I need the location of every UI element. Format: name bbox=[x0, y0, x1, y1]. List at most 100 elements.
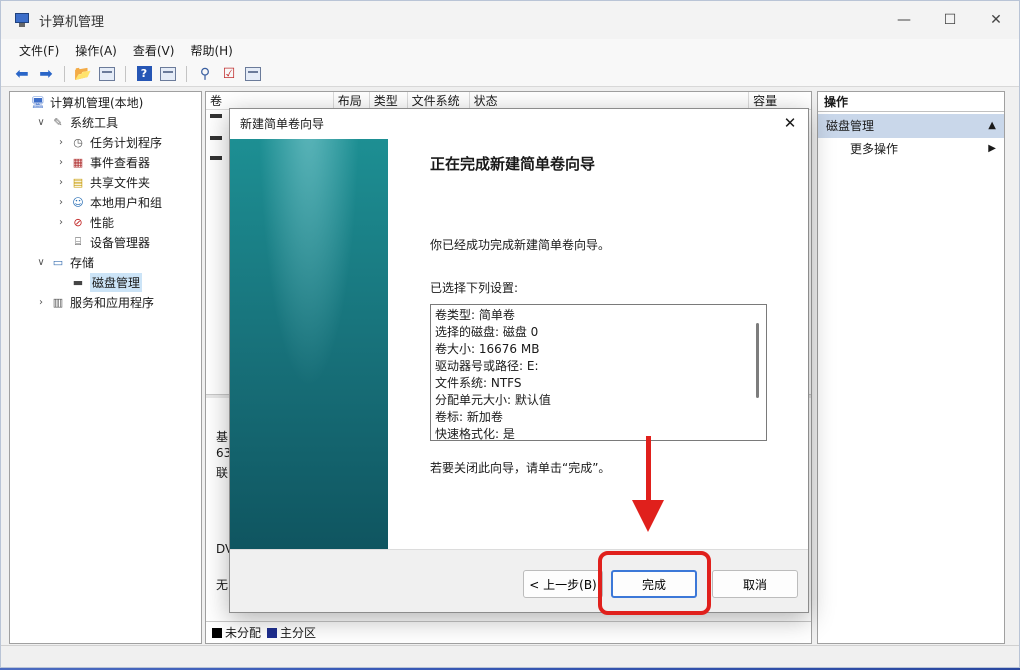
actions-pane: 操作 磁盘管理 ▲ 更多操作 ▶ bbox=[817, 91, 1005, 644]
toolbar-separator bbox=[186, 65, 187, 82]
minimize-button[interactable]: — bbox=[881, 1, 927, 39]
close-window-button[interactable]: ✕ bbox=[973, 1, 1019, 39]
tree-item[interactable]: › ⊘ 性能 bbox=[10, 212, 201, 232]
up-folder-icon[interactable]: 📂 bbox=[74, 65, 92, 83]
forward-arrow-icon[interactable]: ➡ bbox=[37, 64, 55, 83]
tree-item[interactable]: › ▤ 共享文件夹 bbox=[10, 172, 201, 192]
column-type[interactable]: 类型 bbox=[370, 92, 408, 109]
back-arrow-icon[interactable]: ⬅ bbox=[13, 64, 31, 83]
volume-row-icon bbox=[210, 156, 222, 160]
column-layout[interactable]: 布局 bbox=[334, 92, 370, 109]
storage-icon: ▭ bbox=[52, 255, 64, 269]
maximize-button[interactable]: ☐ bbox=[927, 1, 973, 39]
tree-item[interactable]: › ▥ 服务和应用程序 bbox=[10, 292, 201, 312]
users-icon: ☺ bbox=[72, 195, 84, 209]
wizard-close-icon[interactable]: ✕ bbox=[780, 113, 800, 133]
shared-folder-icon: ▤ bbox=[72, 175, 84, 189]
tree-item[interactable]: › ◷ 任务计划程序 bbox=[10, 132, 201, 152]
wizard-body: 正在完成新建简单卷向导 你已经成功完成新建简单卷向导。 已选择下列设置: 卷类型… bbox=[430, 139, 800, 476]
connect-icon[interactable]: ⚲ bbox=[196, 65, 214, 83]
toolbar-separator bbox=[64, 65, 65, 82]
settings-line: 文件系统: NTFS bbox=[435, 376, 522, 390]
tree-item[interactable]: 🖥 计算机管理(本地) bbox=[10, 92, 201, 112]
tools-icon: ✎ bbox=[53, 115, 63, 129]
actions-header: 操作 bbox=[818, 92, 1004, 112]
status-bar bbox=[1, 645, 1019, 667]
checklist-icon[interactable]: ☑ bbox=[220, 65, 238, 83]
wizard-title-bar[interactable]: 新建简单卷向导 ✕ bbox=[230, 109, 808, 137]
settings-line: 卷类型: 简单卷 bbox=[435, 308, 515, 322]
tree-item[interactable]: ▬ 磁盘管理 bbox=[10, 272, 201, 292]
volume-row-icon bbox=[210, 136, 222, 140]
menu-help[interactable]: 帮助(H) bbox=[190, 42, 232, 59]
expander-icon[interactable]: › bbox=[54, 177, 68, 188]
event-log-icon: ▦ bbox=[72, 155, 84, 169]
expander-icon[interactable]: ∨ bbox=[34, 257, 48, 268]
legend-primary: 主分区 bbox=[280, 626, 317, 640]
more-actions-item[interactable]: 更多操作 ▶ bbox=[818, 138, 1004, 160]
services-icon: ▥ bbox=[52, 295, 64, 309]
toolbar-separator bbox=[125, 65, 126, 82]
settings-summary-box[interactable]: 卷类型: 简单卷 选择的磁盘: 磁盘 0 卷大小: 16676 MB 驱动器号或… bbox=[430, 304, 767, 441]
menu-view[interactable]: 查看(V) bbox=[133, 42, 175, 59]
tree-item[interactable]: ∨ ▭ 存储 bbox=[10, 252, 201, 272]
computer-icon: 🖥 bbox=[31, 95, 45, 109]
cancel-button[interactable]: 取消 bbox=[712, 570, 798, 598]
tree-item[interactable]: › ▦ 事件查看器 bbox=[10, 152, 201, 172]
collapse-caret-icon[interactable]: ▲ bbox=[988, 114, 996, 138]
tree-item-label: 服务和应用程序 bbox=[70, 295, 155, 310]
expander-icon[interactable]: › bbox=[54, 217, 68, 228]
expander-icon[interactable]: › bbox=[54, 137, 68, 148]
back-button[interactable]: < 上一步(B) bbox=[523, 570, 603, 598]
annotation-arrow bbox=[646, 436, 651, 506]
wizard-title: 新建简单卷向导 bbox=[240, 116, 325, 131]
column-volume[interactable]: 卷 bbox=[206, 92, 334, 109]
clock-icon: ◷ bbox=[73, 135, 83, 149]
menu-action[interactable]: 操作(A) bbox=[75, 42, 117, 59]
tree-item-label: 性能 bbox=[90, 215, 115, 230]
disk-label: 联 bbox=[216, 466, 229, 480]
tree-item-label: 系统工具 bbox=[70, 115, 119, 130]
settings-line: 选择的磁盘: 磁盘 0 bbox=[435, 325, 539, 339]
settings-list-icon[interactable] bbox=[244, 65, 262, 83]
help-icon[interactable]: ? bbox=[135, 65, 153, 83]
tree-item-label: 任务计划程序 bbox=[90, 135, 163, 150]
menu-file[interactable]: 文件(F) bbox=[19, 42, 59, 59]
settings-scrollbar[interactable] bbox=[756, 323, 759, 398]
wizard-message: 你已经成功完成新建简单卷向导。 bbox=[430, 238, 611, 252]
new-simple-volume-wizard: 新建简单卷向导 ✕ 正在完成新建简单卷向导 你已经成功完成新建简单卷向导。 已选… bbox=[229, 108, 809, 613]
volume-row-icon bbox=[210, 114, 222, 118]
tree-item-label: 计算机管理(本地) bbox=[50, 95, 144, 110]
title-bar[interactable]: 计算机管理 — ☐ ✕ bbox=[1, 1, 1019, 39]
menu-bar: 文件(F) 操作(A) 查看(V) 帮助(H) bbox=[1, 39, 1019, 61]
settings-line: 快速格式化: 是 bbox=[435, 427, 515, 441]
performance-icon: ⊘ bbox=[73, 215, 83, 229]
annotation-arrow-head bbox=[632, 500, 664, 532]
toolbar: ⬅ ➡ 📂 ? ⚲ ☑ bbox=[1, 61, 1019, 87]
wizard-heading: 正在完成新建简单卷向导 bbox=[430, 155, 596, 173]
tree-item[interactable]: ∨ ✎ 系统工具 bbox=[10, 112, 201, 132]
tree-item-label: 事件查看器 bbox=[90, 155, 151, 170]
column-filesystem[interactable]: 文件系统 bbox=[408, 92, 470, 109]
tree-item[interactable]: ⌸ 设备管理器 bbox=[10, 232, 201, 252]
column-status[interactable]: 状态 bbox=[470, 92, 750, 109]
computer-management-icon bbox=[13, 12, 31, 28]
disk-icon: ▬ bbox=[72, 275, 84, 289]
column-capacity[interactable]: 容量 bbox=[749, 92, 811, 109]
expander-icon[interactable]: › bbox=[54, 157, 68, 168]
wizard-banner-image bbox=[230, 139, 388, 549]
legend-unallocated: 未分配 bbox=[225, 626, 262, 640]
tree-item[interactable]: › ☺ 本地用户和组 bbox=[10, 192, 201, 212]
properties-icon[interactable] bbox=[159, 65, 177, 83]
expander-icon[interactable]: › bbox=[54, 197, 68, 208]
disk-label: 无 bbox=[216, 578, 229, 592]
tree-item-label: 磁盘管理 bbox=[90, 272, 143, 292]
expander-icon[interactable]: › bbox=[34, 297, 48, 308]
tree-item-label: 设备管理器 bbox=[90, 235, 151, 250]
expander-icon[interactable]: ∨ bbox=[34, 117, 48, 128]
actions-section-disk-management[interactable]: 磁盘管理 ▲ bbox=[818, 114, 1004, 138]
settings-line: 卷标: 新加卷 bbox=[435, 410, 503, 424]
show-hide-tree-icon[interactable] bbox=[98, 65, 116, 83]
window-title: 计算机管理 bbox=[39, 14, 105, 30]
unallocated-swatch bbox=[212, 627, 222, 638]
